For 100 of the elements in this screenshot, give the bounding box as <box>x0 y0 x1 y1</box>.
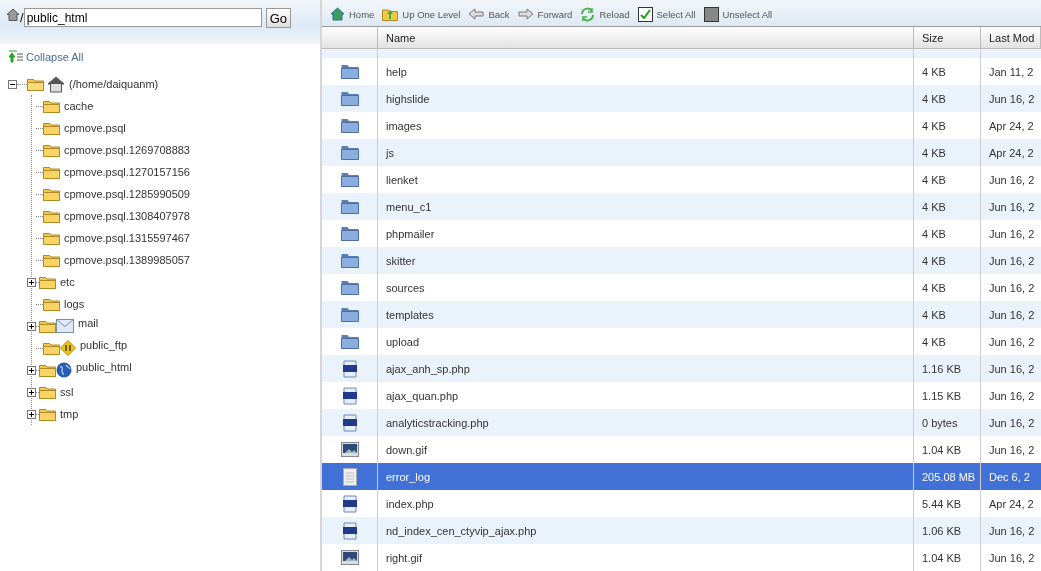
tree-item[interactable]: cpmove.psql.1285990509 <box>64 188 190 200</box>
file-name[interactable]: skitter <box>386 254 416 267</box>
left-arrow-icon <box>468 8 485 20</box>
expand-toggle[interactable] <box>27 387 36 397</box>
modified-date: Jun 16, 2 <box>989 254 1035 267</box>
toolbar-button[interactable]: Back <box>468 8 510 20</box>
file-name[interactable]: templates <box>386 308 434 321</box>
home-icon <box>6 8 20 21</box>
file-row[interactable]: error_log 205.08 MB Dec 6, 2 <box>322 463 1041 490</box>
modified-date: Jun 16, 2 <box>989 92 1035 105</box>
expand-toggle[interactable] <box>27 277 36 287</box>
folder-icon <box>43 121 60 135</box>
column-header[interactable]: Size <box>922 31 944 44</box>
tree-item[interactable]: cpmove.psql.1308407978 <box>64 210 190 222</box>
empty-box-icon <box>703 6 719 22</box>
file-size: 4 KB <box>922 308 946 321</box>
file-row[interactable]: skitter 4 KB Jun 16, 2 <box>322 247 1041 274</box>
tree-item[interactable]: tmp <box>60 408 79 420</box>
modified-date: Jun 16, 2 <box>989 362 1035 375</box>
tree-item[interactable]: public_ftp <box>80 339 128 351</box>
tree-item[interactable]: cache <box>64 100 94 112</box>
folder-icon <box>39 363 56 377</box>
tree-item[interactable]: etc <box>60 276 75 288</box>
file-row[interactable]: ajax_anh_sp.php 1.16 KB Jun 16, 2 <box>322 355 1041 382</box>
column-header[interactable]: Name <box>386 31 416 44</box>
collapse-toggle[interactable] <box>8 79 17 89</box>
file-row[interactable]: menu_c1 4 KB Jun 16, 2 <box>322 193 1041 220</box>
collapse-icon <box>8 50 23 63</box>
file-row[interactable]: analyticstracking.php 0 bytes Jun 16, 2 <box>322 409 1041 436</box>
expand-toggle[interactable] <box>27 365 36 375</box>
file-name[interactable]: help <box>386 65 407 78</box>
php-file-icon <box>341 494 358 513</box>
file-size: 4 KB <box>922 65 946 78</box>
tree-item[interactable]: ssl <box>60 386 74 398</box>
folder-icon <box>340 118 359 133</box>
tree-item[interactable]: cpmove.psql.1389985057 <box>64 254 190 266</box>
file-name[interactable]: js <box>386 146 394 159</box>
file-name[interactable]: menu_c1 <box>386 200 432 213</box>
image-file-icon <box>340 442 359 457</box>
toolbar-button[interactable]: Reload <box>580 6 630 22</box>
file-name[interactable]: ajax_quan.php <box>386 389 459 402</box>
toolbar-button[interactable]: Up One Level <box>382 7 461 21</box>
column-header[interactable]: Last Mod <box>989 31 1035 44</box>
tree-item[interactable]: cpmove.psql <box>64 122 126 134</box>
modified-date: Jan 11, 2 <box>989 65 1034 78</box>
toolbar-button[interactable]: Home <box>330 7 375 21</box>
folder-icon <box>340 91 359 106</box>
folder-icon <box>43 99 60 113</box>
warning-diamond-icon <box>60 340 76 356</box>
tree-item[interactable]: mail <box>78 317 99 329</box>
file-row[interactable]: nd_index_cen_ctyvip_ajax.php 1.06 KB Jun 16, 2 <box>322 517 1041 544</box>
tree-item[interactable]: logs <box>64 298 85 310</box>
file-size: 1.04 KB <box>922 551 962 564</box>
folder-icon <box>39 407 56 421</box>
toolbar-button[interactable]: Unselect All <box>703 6 773 22</box>
path-prefix: / <box>20 10 24 25</box>
php-file-icon <box>341 521 358 540</box>
modified-date: Apr 24, 2 <box>989 146 1034 159</box>
expand-toggle[interactable] <box>27 409 36 419</box>
modified-date: Apr 24, 2 <box>989 497 1034 510</box>
file-name[interactable]: images <box>386 119 422 132</box>
path-field[interactable]: public_html <box>23 8 262 27</box>
home-icon <box>330 7 345 21</box>
toolbar-button[interactable]: Select All <box>637 6 696 22</box>
file-row[interactable]: js 4 KB Apr 24, 2 <box>322 139 1041 166</box>
php-file-icon <box>341 386 358 405</box>
folder-icon <box>340 199 359 214</box>
tree-item[interactable]: cpmove.psql.1270157156 <box>64 166 190 178</box>
expand-toggle[interactable] <box>27 321 36 331</box>
file-name[interactable]: upload <box>386 335 420 348</box>
file-name[interactable]: nd_index_cen_ctyvip_ajax.php <box>386 524 537 537</box>
file-name[interactable]: ajax_anh_sp.php <box>386 362 470 375</box>
file-name[interactable]: error_log <box>386 470 431 483</box>
folder-icon <box>340 280 359 295</box>
file-row[interactable]: highslide 4 KB Jun 16, 2 <box>322 85 1041 112</box>
file-row[interactable]: templates 4 KB Jun 16, 2 <box>322 301 1041 328</box>
folder-icon <box>43 143 60 157</box>
file-name[interactable]: phpmailer <box>386 227 435 240</box>
file-name[interactable]: sources <box>386 281 425 294</box>
modified-date: Jun 16, 2 <box>989 308 1035 321</box>
file-name[interactable]: right.gif <box>386 551 423 564</box>
modified-date: Dec 6, 2 <box>989 470 1030 483</box>
tree-item[interactable]: cpmove.psql.1315597467 <box>64 232 190 244</box>
file-size: 4 KB <box>922 119 946 132</box>
file-name[interactable]: index.php <box>386 497 434 510</box>
file-name[interactable]: lienket <box>386 173 418 186</box>
file-name[interactable]: down.gif <box>386 443 427 456</box>
go-button[interactable]: Go <box>265 8 291 28</box>
collapse-all-link[interactable]: Collapse All <box>26 50 84 63</box>
open-folder-icon <box>27 77 44 91</box>
reload-icon <box>580 6 596 22</box>
toolbar-button[interactable]: Forward <box>517 8 573 20</box>
modified-date: Apr 24, 2 <box>989 119 1034 132</box>
file-name[interactable]: analyticstracking.php <box>386 416 489 429</box>
tree-item[interactable]: (/home/daiquanm) <box>69 78 159 90</box>
file-name[interactable]: highslide <box>386 92 430 105</box>
checked-box-icon <box>637 6 653 22</box>
tree-item[interactable]: public_html <box>76 361 132 373</box>
tree-item[interactable]: cpmove.psql.1269708883 <box>64 144 190 156</box>
house-icon <box>47 75 65 93</box>
